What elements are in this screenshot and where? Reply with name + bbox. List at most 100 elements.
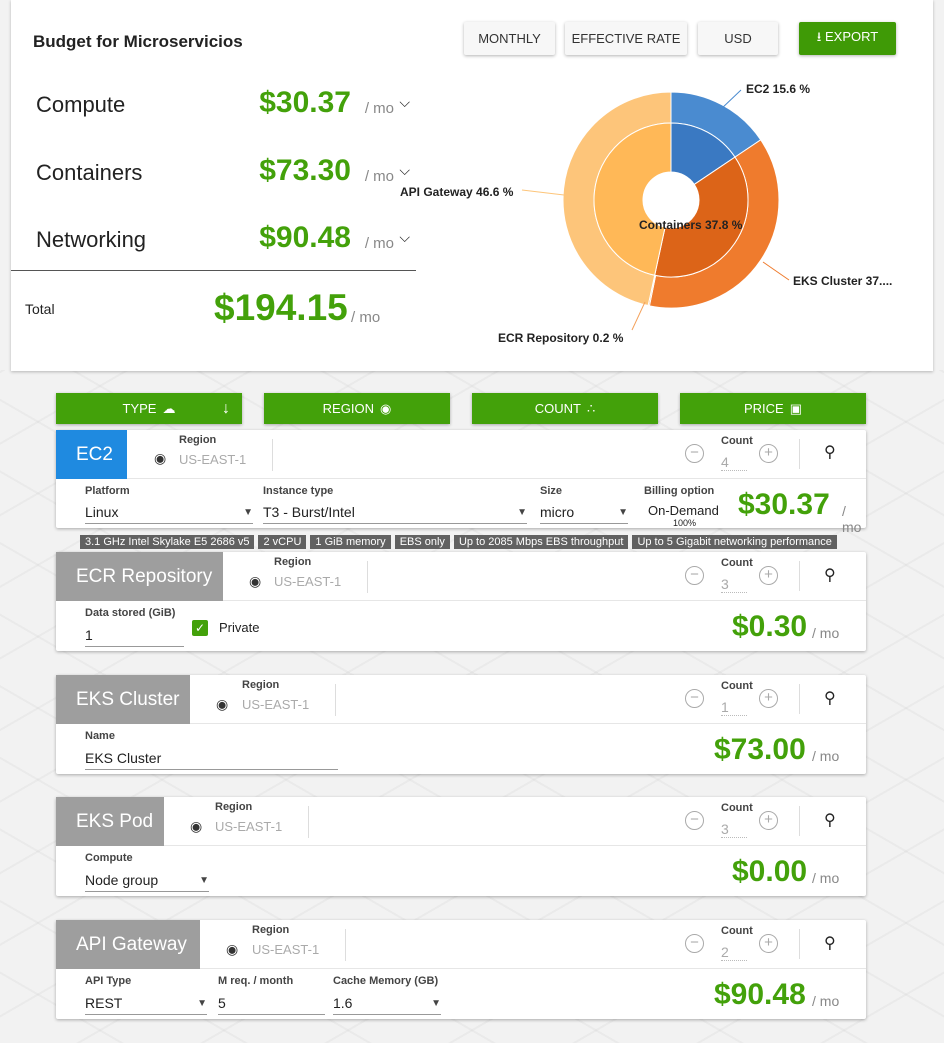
per-month-unit: / mo xyxy=(364,100,394,117)
effective-rate-button[interactable]: EFFECTIVE RATE xyxy=(565,22,687,55)
region-label: Region xyxy=(242,679,280,691)
divider xyxy=(799,806,800,836)
billing-option-value[interactable]: On-Demand xyxy=(648,503,719,518)
spec-chip: 1 GiB memory xyxy=(310,535,391,549)
region-label: Region xyxy=(215,801,253,813)
service-type-tag[interactable]: EC2 xyxy=(56,430,127,479)
cost-row-networking[interactable]: Networking $90.48 / mo ⌵ xyxy=(36,221,416,261)
size-label: Size xyxy=(540,485,563,497)
type-sort-button[interactable]: TYPE ☁ ↓ xyxy=(56,393,242,424)
cache-memory-select[interactable]: 1.6 ▼ xyxy=(333,995,441,1015)
search-icon[interactable]: ⚲ xyxy=(824,442,836,462)
spec-chip: Up to 5 Gigabit networking performance xyxy=(632,535,837,549)
cluster-name-input[interactable]: EKS Cluster xyxy=(85,750,338,770)
compute-label: Compute xyxy=(85,852,133,864)
location-pin-icon: ◉ xyxy=(216,696,229,712)
region-value[interactable]: US-EAST-1 xyxy=(179,452,246,467)
data-stored-input[interactable]: 1 xyxy=(85,627,184,647)
chevron-down-icon[interactable]: ⌵ xyxy=(399,94,410,111)
platform-select[interactable]: Linux ▼ xyxy=(85,504,253,524)
divider xyxy=(335,684,336,716)
region-value[interactable]: US-EAST-1 xyxy=(274,574,341,589)
service-card-ecr: ECR Repository ◉ Region US-EAST-1 − Coun… xyxy=(56,552,866,651)
cost-label: Compute xyxy=(36,92,126,117)
instance-type-select[interactable]: T3 - Burst/Intel ▼ xyxy=(263,504,527,524)
per-month-unit: / mo xyxy=(364,235,394,252)
region-label: REGION xyxy=(322,401,374,416)
platform-value: Linux xyxy=(85,504,119,520)
region-value[interactable]: US-EAST-1 xyxy=(242,697,309,712)
spec-chip: 3.1 GHz Intel Skylake E5 2686 v5 xyxy=(80,535,255,549)
region-label: Region xyxy=(179,434,217,446)
region-label: Region xyxy=(274,556,312,568)
count-label: Count xyxy=(721,557,753,569)
dropdown-arrow-icon: ▼ xyxy=(243,507,253,518)
compute-value: Node group xyxy=(85,872,159,888)
search-icon[interactable]: ⚲ xyxy=(824,933,836,953)
cost-breakdown-pie-chart xyxy=(562,91,780,309)
increment-button[interactable]: + xyxy=(759,689,778,708)
divider xyxy=(799,439,800,469)
decrement-button[interactable]: − xyxy=(685,811,704,830)
size-select[interactable]: micro ▼ xyxy=(540,504,628,524)
dropdown-arrow-icon: ▼ xyxy=(431,998,441,1009)
count-input[interactable]: 2 xyxy=(721,944,747,961)
cost-row-containers[interactable]: Containers $73.30 / mo ⌵ xyxy=(36,154,416,194)
cost-row-compute[interactable]: Compute $30.37 / mo ⌵ xyxy=(36,86,416,126)
decrement-button[interactable]: − xyxy=(685,689,704,708)
region-value[interactable]: US-EAST-1 xyxy=(252,942,319,957)
price-amount: $90.48 xyxy=(714,978,806,1011)
increment-button[interactable]: + xyxy=(759,811,778,830)
divider xyxy=(345,929,346,961)
compute-select[interactable]: Node group ▼ xyxy=(85,872,209,892)
per-month-unit: / mo xyxy=(351,309,381,326)
service-type-tag[interactable]: EKS Pod xyxy=(56,797,164,846)
service-type-tag[interactable]: EKS Cluster xyxy=(56,675,190,724)
decrement-button[interactable]: − xyxy=(685,444,704,463)
pie-label-ec2: EC2 15.6 % xyxy=(746,82,811,96)
divider xyxy=(799,561,800,591)
service-type-tag[interactable]: ECR Repository xyxy=(56,552,223,601)
cost-label: Containers xyxy=(36,160,143,185)
per-month-unit: / mo xyxy=(812,625,840,641)
api-type-select[interactable]: REST ▼ xyxy=(85,995,207,1015)
monthly-button[interactable]: MONTHLY xyxy=(464,22,555,55)
decrement-button[interactable]: − xyxy=(685,566,704,585)
price-sort-button[interactable]: PRICE ▣ xyxy=(680,393,866,424)
service-type-tag[interactable]: API Gateway xyxy=(56,920,200,969)
count-label: Count xyxy=(721,680,753,692)
pie-label-eks-cluster: EKS Cluster 37.... xyxy=(793,274,893,288)
region-value[interactable]: US-EAST-1 xyxy=(215,819,282,834)
divider xyxy=(367,561,368,593)
region-sort-button[interactable]: REGION ◉ xyxy=(264,393,450,424)
per-month-unit: / mo xyxy=(842,503,862,535)
currency-button[interactable]: USD xyxy=(698,22,778,55)
service-card-ec2: EC2 ◉ Region US-EAST-1 − Count 4 + ⚲ Pla… xyxy=(56,430,866,535)
chevron-down-icon[interactable]: ⌵ xyxy=(399,162,410,179)
location-pin-icon: ◉ xyxy=(379,400,392,416)
cloud-icon: ☁ xyxy=(162,400,176,416)
export-button[interactable]: ⭳ EXPORT xyxy=(799,22,896,55)
search-icon[interactable]: ⚲ xyxy=(824,565,836,585)
platform-label: Platform xyxy=(85,485,130,497)
increment-button[interactable]: + xyxy=(759,934,778,953)
search-icon[interactable]: ⚲ xyxy=(824,810,836,830)
count-input[interactable]: 4 xyxy=(721,454,747,471)
requests-input[interactable]: 5 xyxy=(218,995,325,1015)
increment-button[interactable]: + xyxy=(759,566,778,585)
instance-type-value: T3 - Burst/Intel xyxy=(263,504,355,520)
divider xyxy=(11,270,416,271)
count-input[interactable]: 3 xyxy=(721,821,747,838)
private-label: Private xyxy=(219,620,260,635)
count-input[interactable]: 1 xyxy=(721,699,747,716)
count-input[interactable]: 3 xyxy=(721,576,747,593)
decrement-button[interactable]: − xyxy=(685,934,704,953)
increment-button[interactable]: + xyxy=(759,444,778,463)
private-checkbox[interactable]: ✓ xyxy=(192,620,208,636)
search-icon[interactable]: ⚲ xyxy=(824,688,836,708)
count-sort-button[interactable]: COUNT ∴ xyxy=(472,393,658,424)
chevron-down-icon[interactable]: ⌵ xyxy=(399,229,410,246)
price-amount: $0.30 xyxy=(732,610,808,643)
count-label: Count xyxy=(721,802,753,814)
per-month-unit: / mo xyxy=(364,168,394,185)
